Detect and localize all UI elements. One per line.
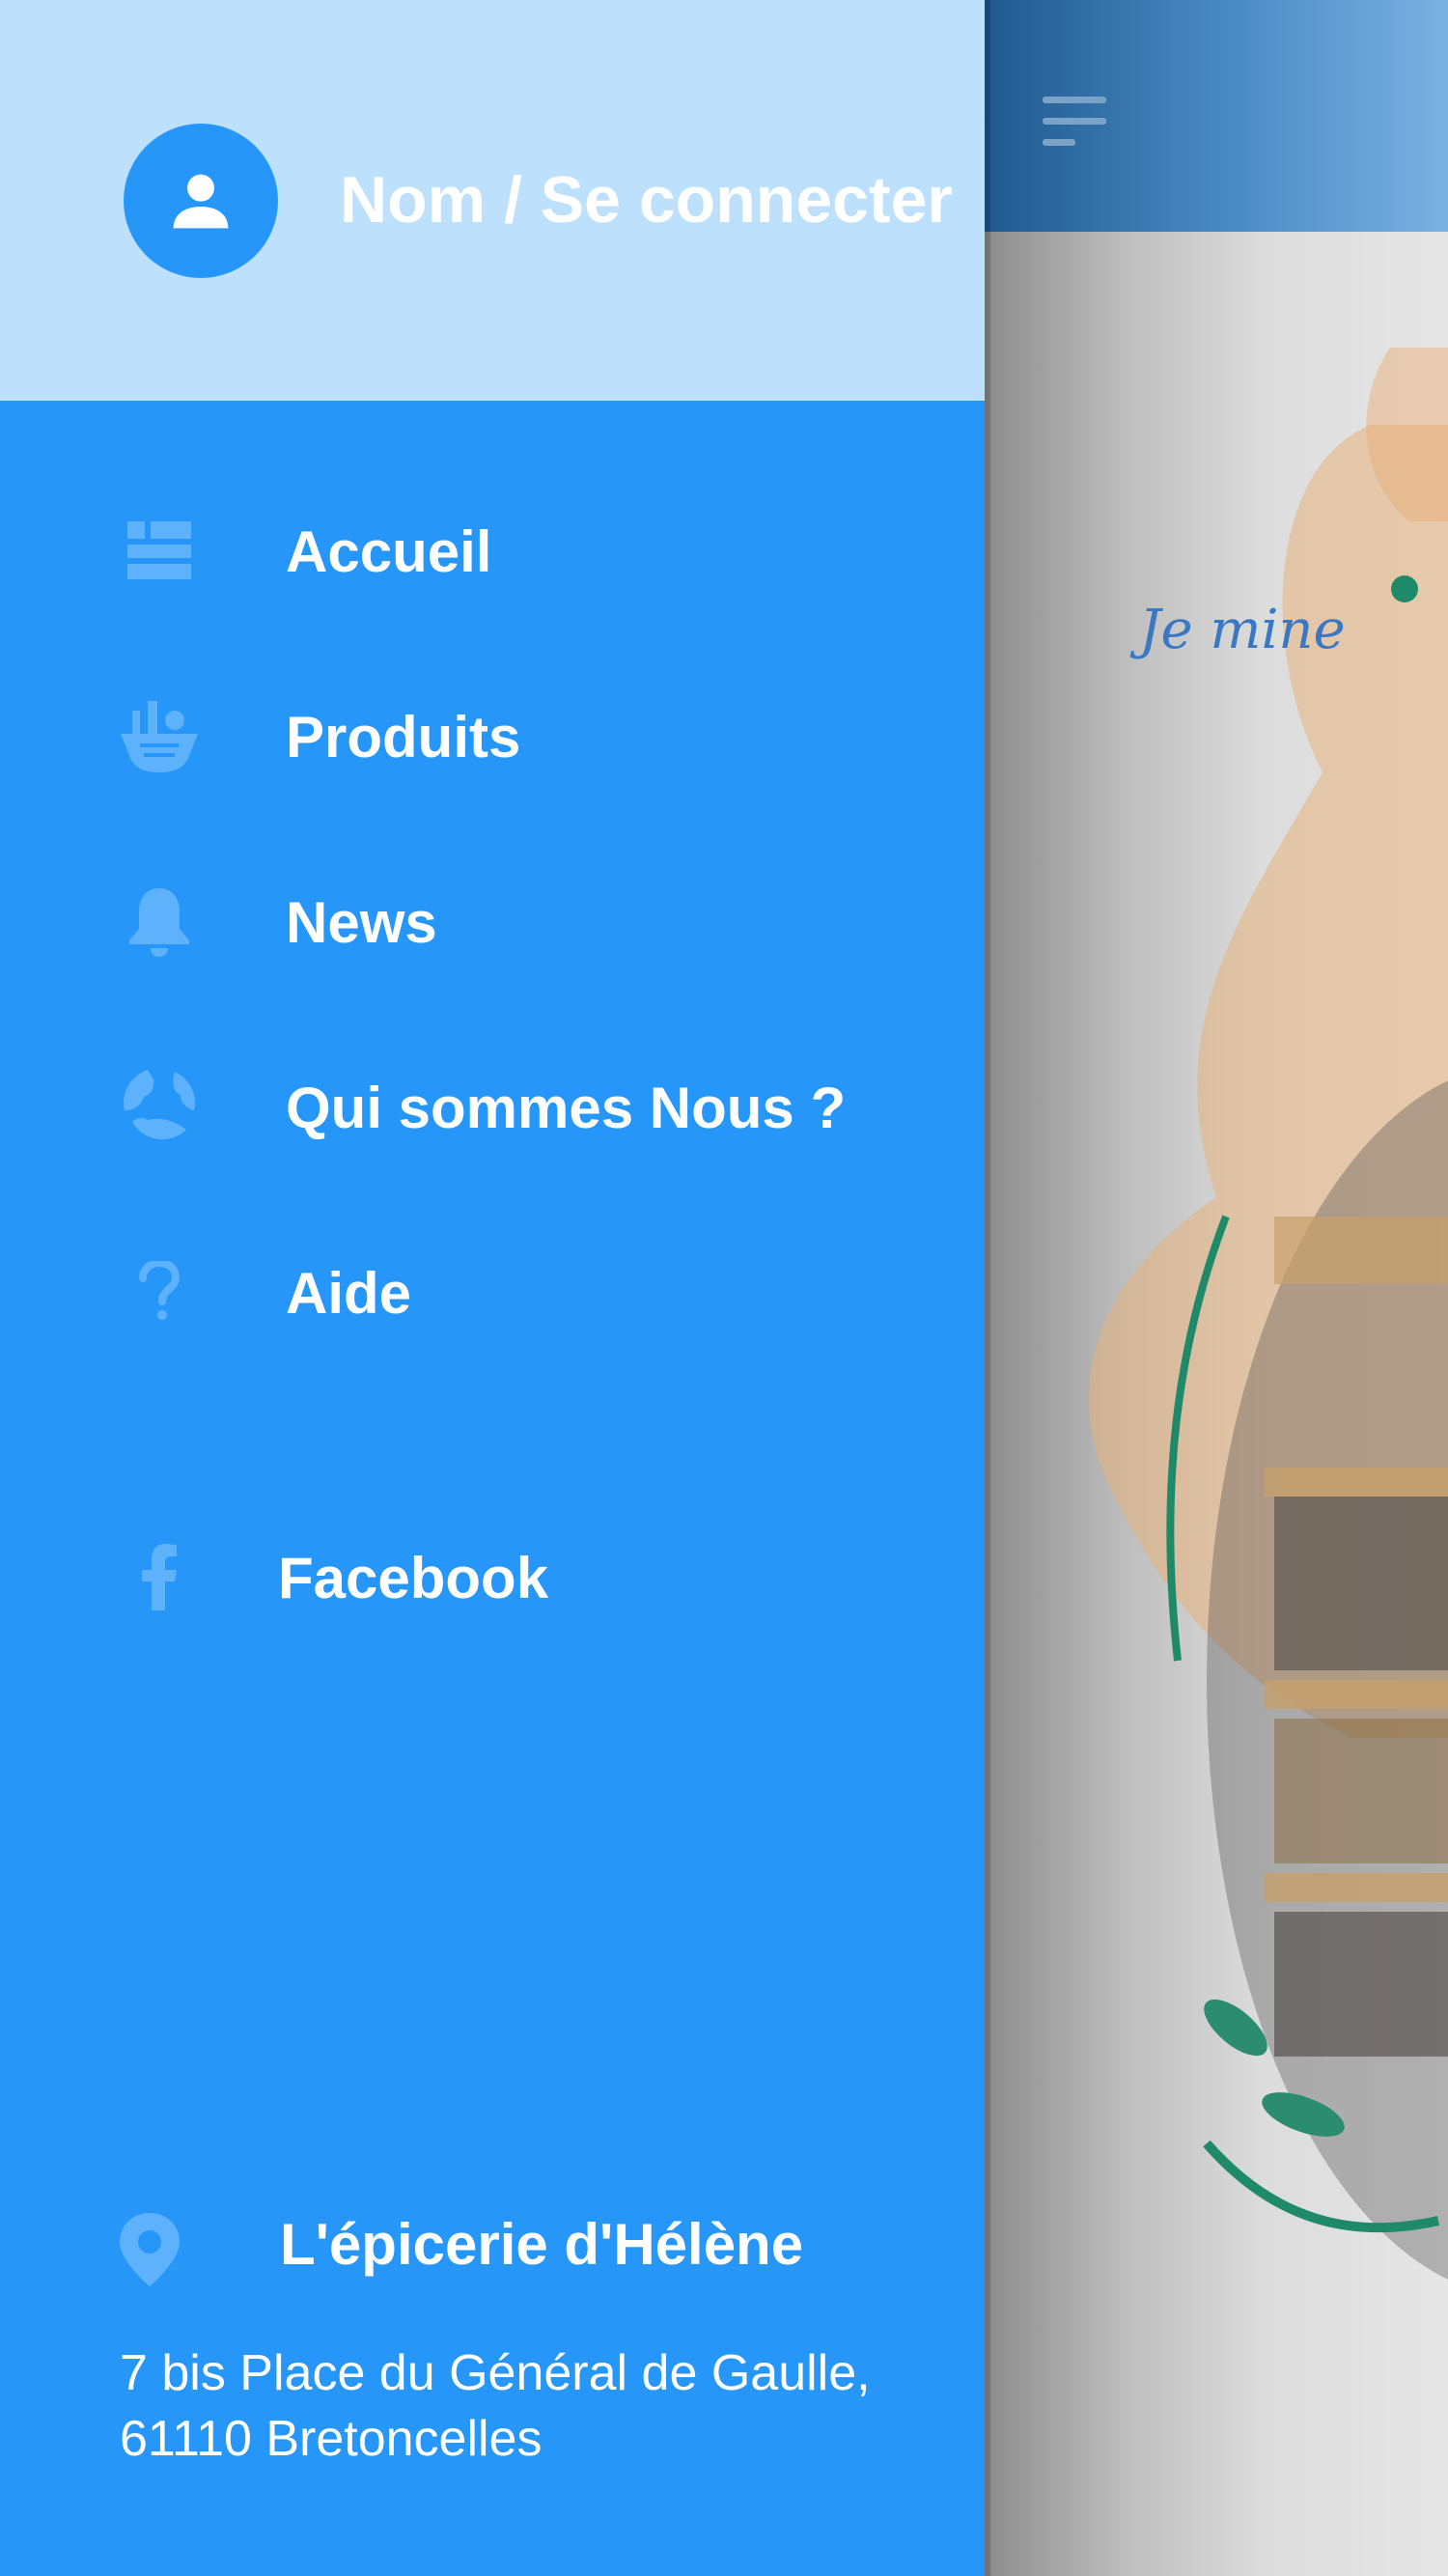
store-name: L'épicerie d'Hélène bbox=[280, 2212, 804, 2277]
facebook-icon bbox=[116, 1533, 203, 1620]
login-label[interactable]: Nom / Se connecter bbox=[340, 162, 953, 238]
menu-item-label: Qui sommes Nous ? bbox=[286, 1076, 847, 1140]
store-address: 7 bis Place du Général de Gaulle, 61110 … bbox=[120, 2345, 871, 2467]
menu-item-aide[interactable]: Aide bbox=[0, 1219, 985, 1364]
menu-item-news[interactable]: News bbox=[0, 849, 985, 994]
location-pin-icon bbox=[116, 2211, 183, 2288]
person-icon bbox=[173, 174, 229, 229]
bell-icon bbox=[116, 878, 203, 965]
menu-item-label: Accueil bbox=[286, 519, 492, 584]
menu-item-label: News bbox=[286, 890, 437, 955]
menu-item-facebook[interactable]: Facebook bbox=[0, 1504, 985, 1649]
navigation-drawer: Nom / Se connecter Accueil Produits News… bbox=[0, 0, 985, 2576]
drawer-header[interactable]: Nom / Se connecter bbox=[0, 0, 985, 401]
globe-leaf-icon bbox=[116, 1063, 203, 1150]
menu-item-accueil[interactable]: Accueil bbox=[0, 478, 985, 623]
app-tagline: Je mine bbox=[1139, 599, 1346, 661]
question-icon bbox=[116, 1248, 203, 1335]
menu-item-produits[interactable]: Produits bbox=[0, 663, 985, 808]
menu-item-qui-sommes-nous[interactable]: Qui sommes Nous ? bbox=[0, 1034, 985, 1179]
menu-item-label: Aide bbox=[286, 1261, 412, 1326]
app-content-image: Je mine bbox=[985, 232, 1448, 2576]
avatar[interactable] bbox=[124, 124, 278, 278]
hamburger-icon[interactable] bbox=[1041, 89, 1108, 156]
basket-icon bbox=[116, 692, 203, 779]
dashboard-icon bbox=[116, 507, 203, 594]
menu-item-label: Produits bbox=[286, 705, 521, 770]
menu-item-label: Facebook bbox=[278, 1546, 549, 1610]
drawer-shadow bbox=[985, 0, 990, 2576]
